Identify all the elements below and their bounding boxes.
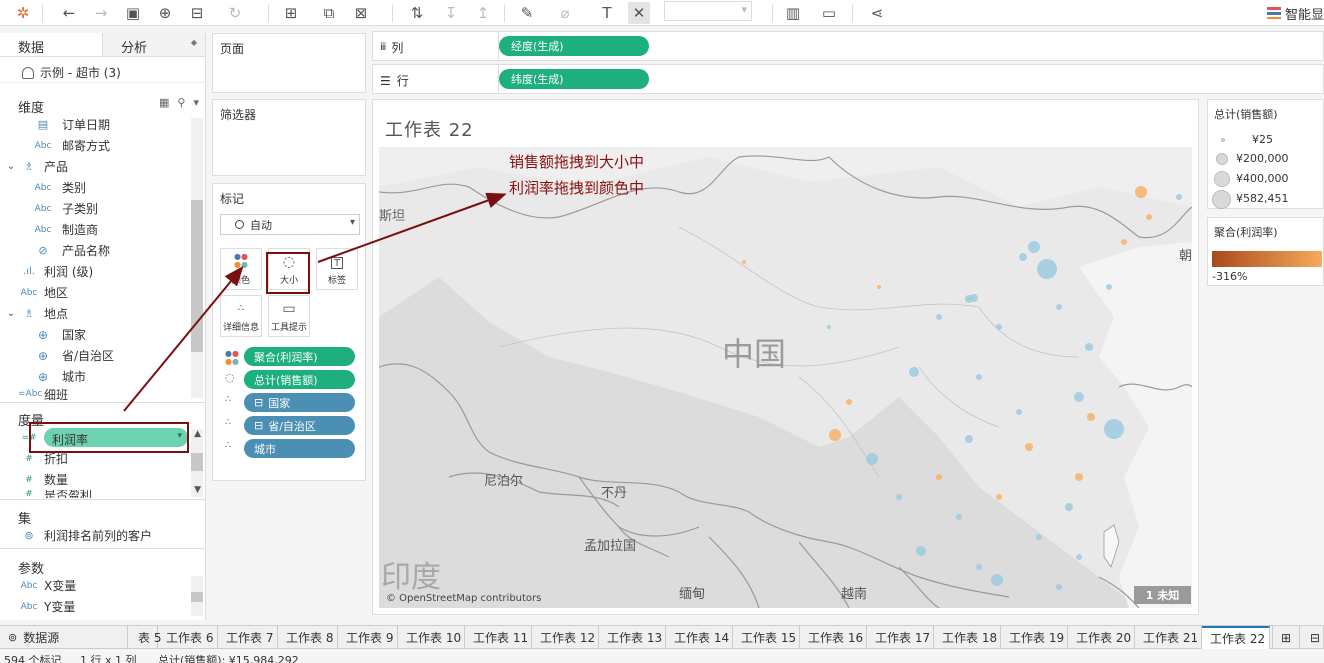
tab-label: 工作表 6: [166, 631, 214, 645]
tab-label: 工作表 12: [540, 631, 596, 645]
tab-sheet[interactable]: 工作表 20: [1068, 626, 1135, 649]
tab-sheet[interactable]: 工作表 13: [599, 626, 666, 649]
tab-label: 工作表 13: [607, 631, 663, 645]
tab-sheet[interactable]: 工作表 10: [398, 626, 465, 649]
tab-label: 工作表 21: [1143, 631, 1199, 645]
tab-label: 工作表 18: [942, 631, 998, 645]
tab-sheet[interactable]: 工作表 6: [158, 626, 218, 649]
tab-label: 工作表 11: [473, 631, 529, 645]
tab-sheet[interactable]: 工作表 19: [1001, 626, 1068, 649]
status-marks: 594 个标记: [4, 654, 62, 663]
tab-label: 工作表 20: [1076, 631, 1132, 645]
status-sum: 总计(销售额): ¥15,984,292: [158, 654, 299, 663]
tab-label: 工作表 9: [346, 631, 394, 645]
tab-sheet[interactable]: 工作表 18: [934, 626, 1001, 649]
tab-sheet[interactable]: 表 5: [130, 626, 161, 649]
tab-label: 工作表 7: [226, 631, 274, 645]
tab-label: 工作表 16: [808, 631, 864, 645]
tab-sheet[interactable]: 工作表 12: [532, 626, 599, 649]
tab-sheet[interactable]: 工作表 9: [338, 626, 398, 649]
tab-sheet[interactable]: 工作表 14: [666, 626, 733, 649]
tab-sheet[interactable]: 工作表 16: [800, 626, 867, 649]
annotation-arrows: [123, 192, 507, 412]
tab-label: 工作表 22: [1210, 632, 1266, 646]
tab-label: 工作表 8: [286, 631, 334, 645]
tab-datasource[interactable]: ⊚ 数据源: [0, 626, 128, 649]
tab-label: 数据源: [23, 631, 60, 645]
tab-label: 工作表 10: [406, 631, 462, 645]
tab-sheet[interactable]: 工作表 8: [278, 626, 338, 649]
tab-label: 工作表 15: [741, 631, 797, 645]
new-sheet-button[interactable]: ⊞: [1272, 626, 1300, 649]
tab-sheet[interactable]: 工作表 7: [218, 626, 278, 649]
tab-label: 工作表 17: [875, 631, 931, 645]
tab-sheet[interactable]: 工作表 21: [1135, 626, 1202, 649]
tab-label: 工作表 19: [1009, 631, 1065, 645]
tab-sheet[interactable]: 工作表 15: [733, 626, 800, 649]
sheet-tab-bar: ⊚ 数据源 表 5 工作表 6 工作表 7 工作表 8 工作表 9 工作表 10 工作表 1…: [0, 625, 1324, 649]
new-dashboard-button[interactable]: ⊟: [1302, 626, 1324, 649]
arrow-to-color: [123, 265, 244, 412]
status-rows-cols: 1 行 x 1 列: [80, 654, 137, 663]
new-sheet-icon: ⊞: [1281, 630, 1292, 645]
new-dashboard-icon: ⊟: [1310, 630, 1321, 645]
tab-sheet[interactable]: 工作表 17: [867, 626, 934, 649]
tab-label: 工作表 14: [674, 631, 730, 645]
datasource-icon: ⊚: [8, 631, 18, 644]
tab-sheet[interactable]: 工作表 22: [1202, 626, 1270, 649]
arrow-to-size: [317, 192, 507, 263]
tab-sheet[interactable]: 工作表 11: [465, 626, 532, 649]
status-bar: 594 个标记 1 行 x 1 列 总计(销售额): ¥15,984,292: [0, 650, 1324, 663]
